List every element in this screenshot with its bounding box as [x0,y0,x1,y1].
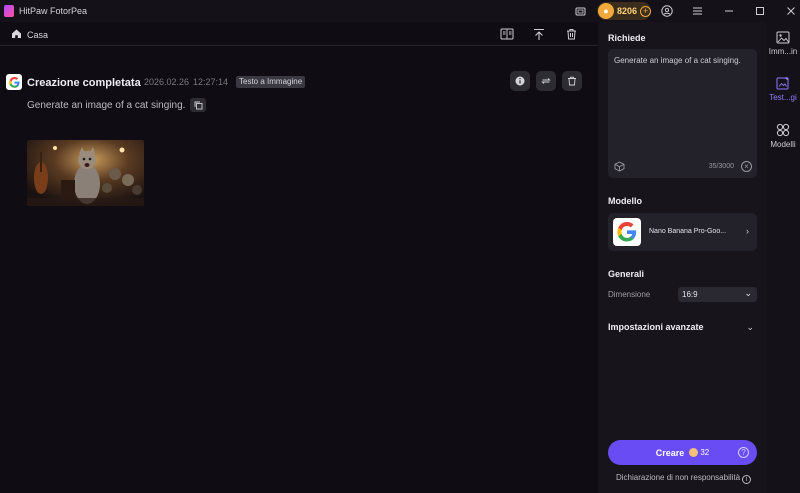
info-icon [515,76,525,86]
status-date: 2026.02.26 [144,77,190,87]
rail-item-models[interactable]: Modelli [766,122,800,149]
coin-balance[interactable]: ● 8206 + [597,2,651,20]
info-button[interactable] [510,71,530,91]
app-title: HitPaw FotorPea [19,6,88,16]
generation-prompt: Generate an image of a cat singing. [27,100,186,111]
delete-all-icon[interactable] [563,26,579,42]
rail-item-image[interactable]: Imm...in [766,29,800,56]
chevron-down-icon[interactable]: ⌄ [746,322,754,333]
copy-icon [194,101,202,109]
chevron-down-icon: ⌄ [744,288,752,298]
prompt-section-title: Richiede [608,33,646,43]
rail-label: Modelli [770,140,796,149]
upload-icon[interactable] [531,26,547,42]
prompt-input-value[interactable]: Generate an image of a cat singing. [614,55,751,66]
model-section-title: Modello [608,196,642,206]
dimension-value: 16:9 [682,290,698,299]
create-button[interactable]: Creare 32 ? [608,440,757,465]
create-cost: 32 [700,448,710,457]
app-logo [4,5,14,17]
text-to-image-icon [775,75,791,91]
refresh-icon [541,78,551,84]
close-icon[interactable] [784,4,798,18]
create-label: Creare [655,447,685,458]
generated-image[interactable] [27,140,144,206]
status-title: Creazione completata [27,77,141,89]
settings-panel: Richiede Generate an image of a cat sing… [598,22,766,493]
prompt-input[interactable]: Generate an image of a cat singing. 35/3… [608,49,757,178]
coin-icon [689,448,699,457]
maximize-icon[interactable] [753,4,767,18]
top-bar: Casa [0,22,598,46]
dimension-select[interactable]: 16:9 ⌄ [678,287,757,302]
coin-count: 8206 [616,6,638,16]
chevron-right-icon: › [746,226,749,236]
coin-icon: ● [598,3,614,19]
account-icon[interactable] [660,4,674,18]
info-icon: i [742,475,752,484]
disclaimer-link[interactable]: Dichiarazione di non responsabilità i [616,473,752,484]
tool-rail: Imm...in Test...gi Modelli [766,22,800,493]
trash-icon [568,76,576,86]
rail-label: Imm...in [768,47,798,56]
menu-icon[interactable] [690,4,704,18]
cube-icon[interactable] [614,161,625,172]
image-icon [775,29,791,45]
dimension-label: Dimensione [608,290,651,299]
rail-label: Test...gi [769,93,797,102]
help-icon[interactable]: ? [738,447,749,458]
screenshot-icon[interactable] [573,4,587,18]
home-icon[interactable] [11,28,22,39]
regenerate-button[interactable] [536,71,556,91]
general-section-title: Generali [608,269,645,279]
advanced-settings-toggle[interactable]: Impostazioni avanzate [608,322,704,332]
model-selector[interactable]: Nano Banana Pro-Goo... › [608,213,757,251]
add-coins-button[interactable]: + [640,5,651,17]
title-bar: HitPaw FotorPea ● 8206 + [0,0,800,22]
status-time: 12:27:14 [193,77,229,87]
copy-prompt-button[interactable] [190,98,206,112]
breadcrumb-home[interactable]: Casa [27,30,48,40]
mode-tag: Testo a Immagine [236,76,306,88]
clear-icon[interactable]: × [741,161,752,172]
google-logo-icon [6,74,22,90]
char-count: 35/3000 [708,163,734,170]
rail-item-text-to-image[interactable]: Test...gi [766,75,800,102]
compare-icon[interactable] [499,26,515,42]
models-icon [775,122,791,138]
google-logo-icon [613,218,641,246]
delete-button[interactable] [562,71,582,91]
minimize-icon[interactable] [722,4,736,18]
model-name: Nano Banana Pro-Goo... [649,228,727,235]
disclaimer-text: Dichiarazione di non responsabilità [616,473,741,482]
